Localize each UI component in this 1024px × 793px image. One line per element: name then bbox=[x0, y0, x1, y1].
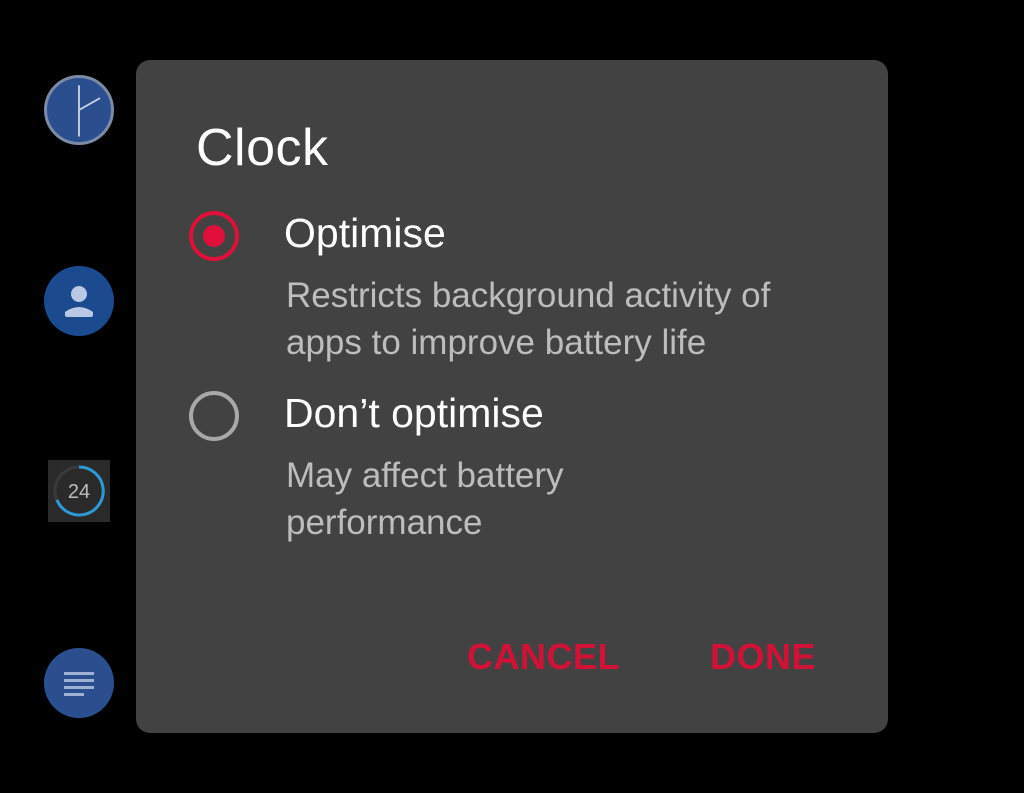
timer-icon-text: 24 bbox=[68, 481, 90, 503]
timer-ring-icon: 24 bbox=[53, 465, 105, 517]
cancel-button[interactable]: CANCEL bbox=[467, 634, 620, 680]
person-icon bbox=[65, 286, 93, 317]
option-label: Optimise bbox=[284, 210, 446, 256]
done-button[interactable]: DONE bbox=[710, 634, 816, 680]
notes-app-icon[interactable] bbox=[44, 648, 114, 718]
dialog-title: Clock bbox=[196, 119, 329, 177]
dialog-actions: CANCEL DONE bbox=[467, 634, 816, 680]
notes-lines-icon bbox=[64, 672, 94, 696]
radio-dot-icon bbox=[203, 225, 225, 247]
radio-button-unchecked[interactable] bbox=[189, 391, 239, 441]
contacts-app-icon[interactable] bbox=[44, 266, 114, 336]
screen: 24 Clock Optimise Restricts background a… bbox=[0, 0, 1024, 793]
radio-button-checked[interactable] bbox=[189, 211, 239, 261]
timer-app-icon[interactable]: 24 bbox=[48, 460, 110, 522]
clock-face-icon bbox=[78, 85, 101, 137]
option-label: Don’t optimise bbox=[284, 390, 544, 436]
option-description: Restricts background activity of apps to… bbox=[286, 276, 771, 362]
battery-optimisation-dialog: Clock Optimise Restricts background acti… bbox=[136, 60, 888, 733]
option-description: May affect battery performance bbox=[286, 456, 564, 542]
clock-app-icon[interactable] bbox=[44, 75, 114, 145]
